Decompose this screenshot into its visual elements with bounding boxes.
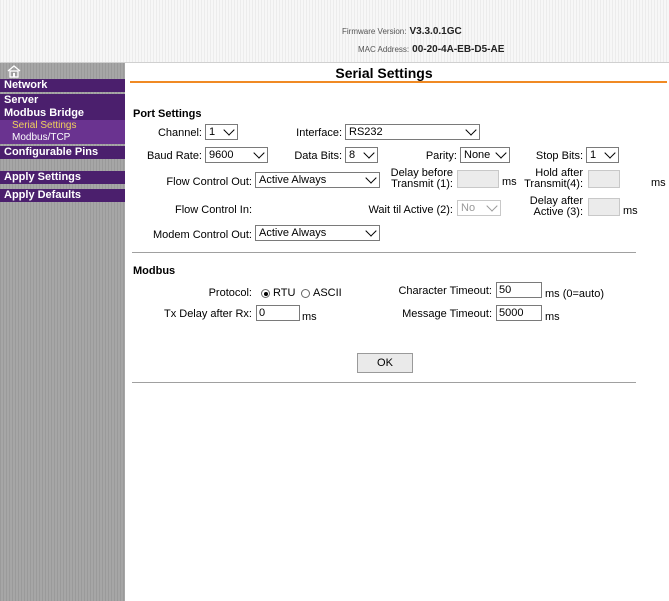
delay-before-unit: ms (502, 176, 517, 188)
data-bits-label: Data Bits: (294, 150, 342, 162)
mac-address: MAC Address: 00-20-4A-EB-D5-AE (358, 44, 504, 55)
baud-rate-select[interactable]: 9600 (205, 147, 268, 163)
ascii-radio[interactable] (301, 289, 310, 298)
modem-control-out-select[interactable]: Active Always (255, 225, 380, 241)
rtu-label: RTU (273, 287, 296, 299)
wait-til-active-value: No (461, 202, 476, 214)
channel-label: Channel: (157, 127, 202, 139)
bottom-divider (132, 382, 636, 383)
tx-delay-label: Tx Delay after Rx: (163, 308, 252, 320)
sidebar-item-modbus-bridge[interactable]: Modbus Bridge (0, 107, 125, 120)
protocol-label: Protocol: (208, 287, 252, 299)
parity-label: Parity: (425, 150, 457, 162)
character-timeout-input[interactable]: 50 (496, 282, 542, 298)
stop-bits-select[interactable]: 1 (586, 147, 619, 163)
title-divider (130, 81, 667, 83)
delay-before-transmit-input[interactable] (457, 170, 499, 188)
sidebar-item-configurable-pins[interactable]: Configurable Pins (0, 146, 125, 159)
chevron-down-icon (604, 147, 616, 159)
character-timeout-label: Character Timeout: (398, 285, 492, 297)
message-timeout-label: Message Timeout: (402, 308, 492, 320)
hold-after-transmit-input[interactable] (588, 170, 620, 188)
modem-control-out-value: Active Always (259, 227, 327, 239)
stop-bits-value: 1 (590, 149, 597, 161)
hold-after-line2: Transmit(4): (524, 178, 583, 190)
chevron-down-icon (363, 147, 375, 159)
tx-delay-input[interactable]: 0 (256, 305, 300, 321)
character-timeout-unit: ms (0=auto) (545, 288, 604, 300)
sidebar: Network Server Modbus Bridge Serial Sett… (0, 63, 125, 601)
delay-after-active-label: Delay after Active (3): (522, 196, 583, 218)
hold-after-unit: ms (651, 177, 666, 189)
chevron-down-icon (253, 147, 265, 159)
sidebar-item-server[interactable]: Server (0, 94, 125, 107)
modem-control-out-label: Modem Control Out: (152, 229, 252, 241)
data-bits-select[interactable]: 8 (345, 147, 378, 163)
channel-value: 1 (209, 126, 216, 138)
message-timeout-input[interactable]: 5000 (496, 305, 542, 321)
parity-select[interactable]: None (460, 147, 510, 163)
delay-after-unit: ms (623, 205, 638, 217)
chevron-down-icon (365, 225, 377, 237)
wait-til-active-select[interactable]: No (457, 200, 501, 216)
sidebar-item-apply-defaults[interactable]: Apply Defaults (0, 189, 125, 202)
mac-value: 00-20-4A-EB-D5-AE (412, 44, 505, 55)
channel-select[interactable]: 1 (205, 124, 238, 140)
interface-select[interactable]: RS232 (345, 124, 480, 140)
baud-rate-value: 9600 (209, 149, 234, 161)
stop-bits-label: Stop Bits: (535, 150, 583, 162)
modbus-heading: Modbus (133, 265, 176, 277)
sidebar-item-network[interactable]: Network (0, 79, 125, 92)
ok-button[interactable]: OK (357, 353, 413, 373)
baud-rate-label: Baud Rate: (146, 150, 202, 162)
sidebar-item-apply-settings[interactable]: Apply Settings (0, 171, 125, 184)
delay-after-active-input[interactable] (588, 198, 620, 216)
chevron-down-icon (223, 124, 235, 136)
firmware-label: Firmware Version: (342, 27, 407, 36)
sidebar-item-modbus-tcp[interactable]: Modbus/TCP (0, 132, 125, 144)
parity-value: None (464, 149, 491, 161)
firmware-version: Firmware Version: V3.3.0.1GC (342, 26, 462, 37)
delay-after-line2: Active (3): (533, 206, 583, 218)
delay-before-line2: Transmit (1): (391, 178, 453, 190)
chevron-down-icon (486, 200, 498, 212)
flow-control-out-select[interactable]: Active Always (255, 172, 380, 188)
home-icon[interactable] (6, 63, 22, 79)
page-title: Serial Settings (335, 65, 433, 81)
header-bar: Firmware Version: V3.3.0.1GC MAC Address:… (0, 0, 669, 63)
chevron-down-icon (465, 124, 477, 136)
hold-after-transmit-label: Hold after Transmit(4): (522, 168, 583, 190)
message-timeout-unit: ms (545, 311, 560, 323)
flow-control-out-label: Flow Control Out: (166, 176, 252, 188)
rtu-radio[interactable] (261, 289, 270, 298)
chevron-down-icon (495, 147, 507, 159)
interface-label: Interface: (296, 127, 342, 139)
ascii-label: ASCII (313, 287, 342, 299)
section-divider (132, 252, 636, 253)
mac-label: MAC Address: (358, 45, 410, 54)
tx-delay-unit: ms (302, 311, 317, 323)
port-settings-heading: Port Settings (133, 108, 202, 120)
chevron-down-icon (365, 172, 377, 184)
delay-before-transmit-label: Delay before Transmit (1): (388, 168, 453, 190)
wait-til-active-label: Wait til Active (2): (368, 204, 453, 216)
data-bits-value: 8 (349, 149, 356, 161)
flow-control-out-value: Active Always (259, 174, 327, 186)
flow-control-in-label: Flow Control In: (174, 204, 252, 216)
sidebar-item-serial-settings[interactable]: Serial Settings (0, 120, 125, 132)
firmware-value: V3.3.0.1GC (409, 26, 462, 37)
interface-value: RS232 (349, 126, 383, 138)
